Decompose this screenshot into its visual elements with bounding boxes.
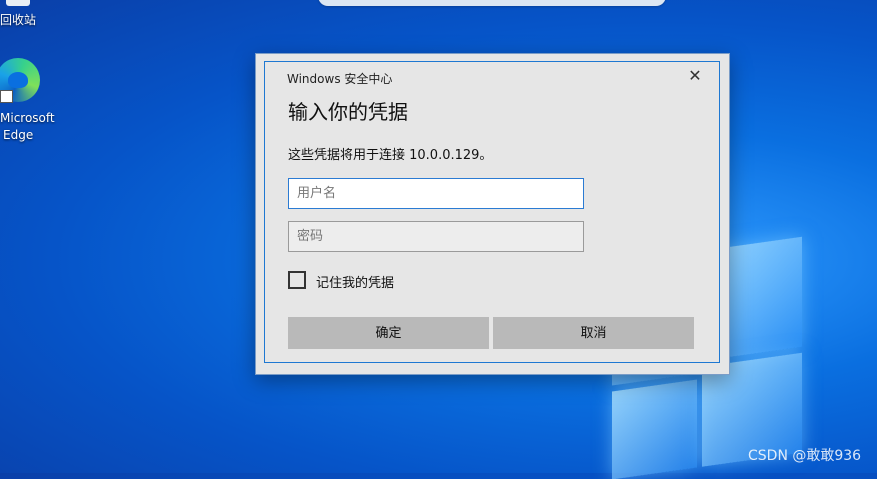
dialog-heading: 输入你的凭据 [288,100,408,124]
desktop-icon-label: Microsoft [0,111,55,125]
desktop-icon-label: Edge [3,128,34,142]
logo-pane [612,379,697,479]
close-icon[interactable]: ✕ [687,68,703,84]
desktop-icon-label: 回收站 [0,13,37,27]
shortcut-arrow-icon [0,90,13,103]
remember-credentials-label[interactable]: 记住我的凭据 [316,272,394,291]
username-input[interactable] [288,178,584,209]
password-input[interactable] [288,221,584,252]
dialog-title: Windows 安全中心 [287,72,393,86]
cancel-button[interactable]: 取消 [493,317,694,349]
remember-credentials-checkbox[interactable] [288,271,306,289]
watermark: CSDN @敢敢936 [748,448,862,464]
dialog-description: 这些凭据将用于连接 10.0.0.129。 [288,148,493,163]
ok-button[interactable]: 确定 [288,317,489,349]
recycle-bin-icon [6,0,30,6]
search-bar[interactable] [318,0,666,6]
credentials-dialog: Windows 安全中心 ✕ 输入你的凭据 这些凭据将用于连接 10.0.0.1… [255,53,730,375]
